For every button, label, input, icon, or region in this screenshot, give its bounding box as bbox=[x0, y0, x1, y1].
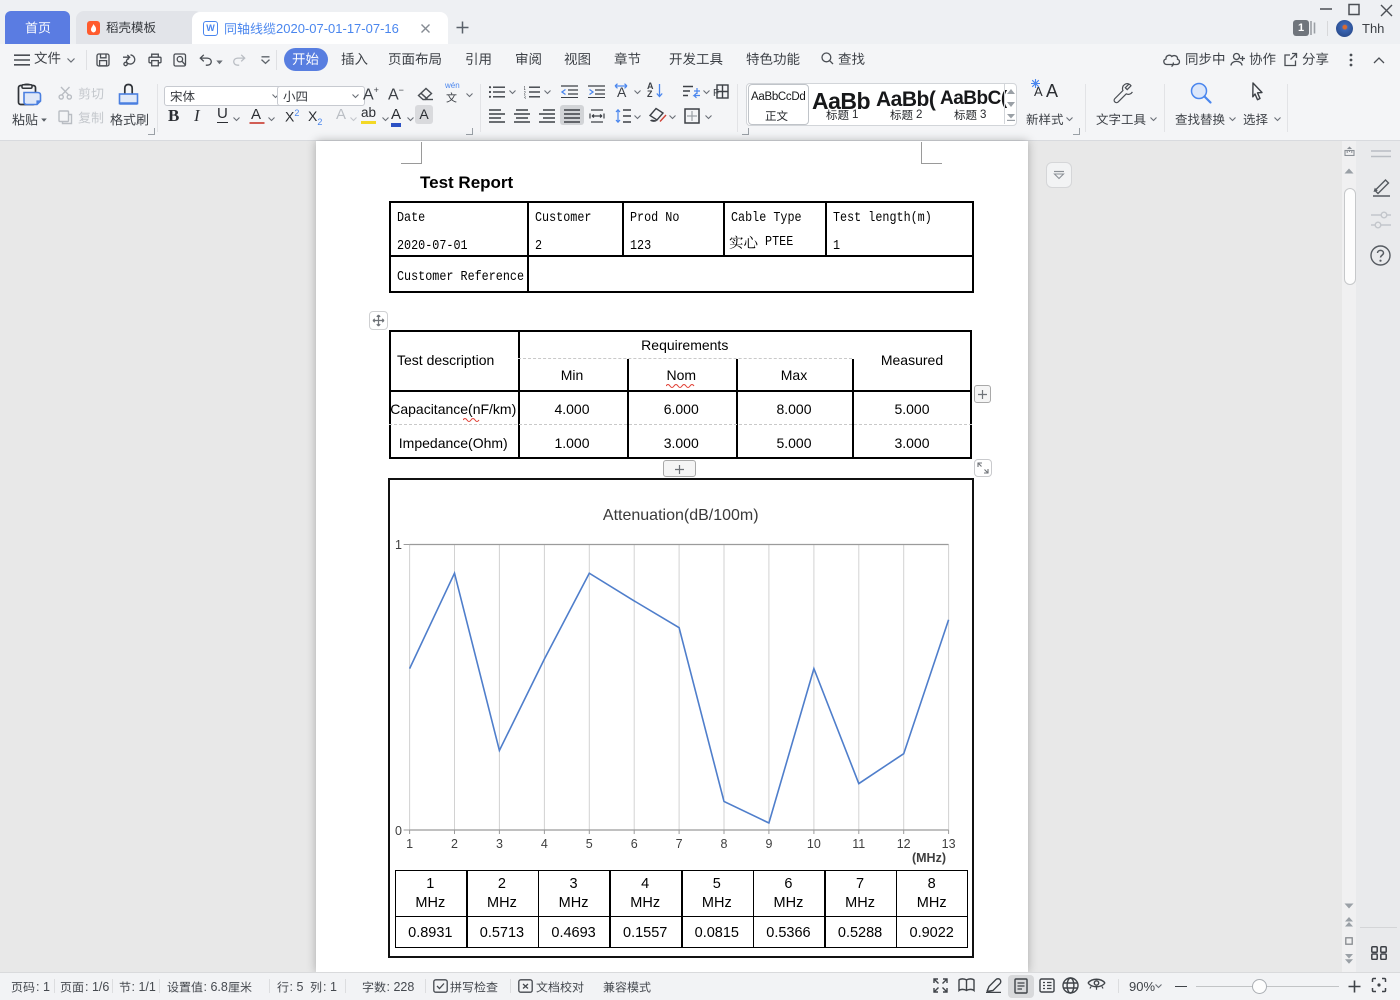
svg-text:F: F bbox=[713, 88, 719, 99]
svg-text:3: 3 bbox=[524, 96, 526, 100]
